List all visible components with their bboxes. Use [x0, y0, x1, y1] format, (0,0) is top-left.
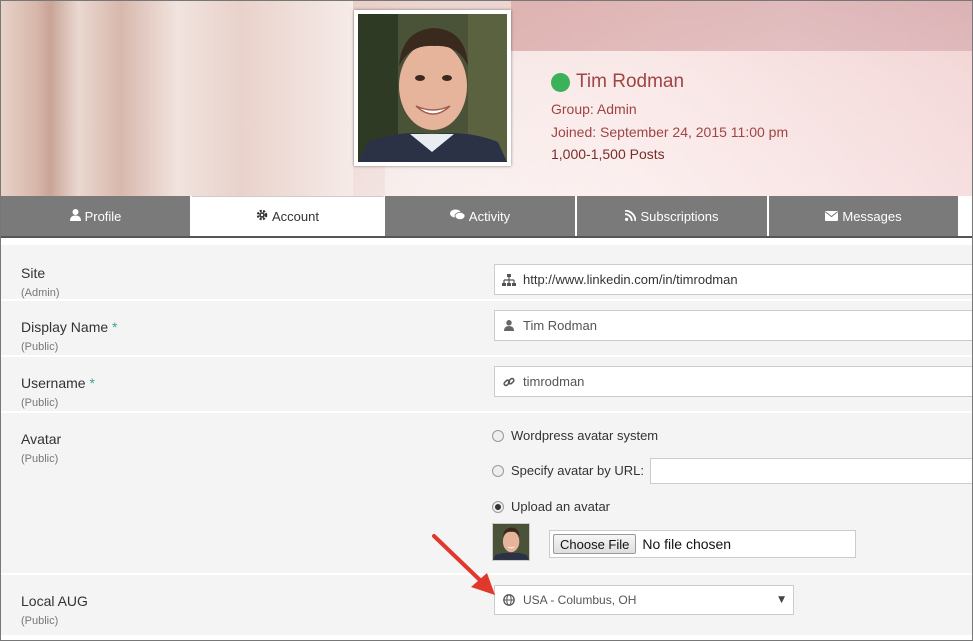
user-posts: 1,000-1,500 Posts — [551, 146, 665, 162]
file-status: No file chosen — [642, 536, 732, 552]
avatar-url-input[interactable] — [650, 458, 972, 484]
sitemap-icon — [495, 273, 523, 286]
chevron-down-icon: ▼ — [778, 595, 785, 605]
comments-icon — [449, 209, 466, 224]
globe-icon — [495, 594, 523, 606]
username-value: timrodman — [523, 374, 585, 389]
site-value: http://www.linkedin.com/in/timrodman — [523, 272, 738, 287]
tab-subscriptions[interactable]: Subscriptions — [577, 196, 769, 236]
link-icon — [495, 376, 523, 388]
username-label: Username * — [21, 375, 95, 391]
user-group: Group: Admin — [551, 101, 637, 117]
choose-file-button[interactable]: Choose File — [553, 534, 637, 554]
avatar-option-upload[interactable]: Upload an avatar — [492, 499, 610, 514]
profile-tabs: Profile Account Activity Subscriptions M… — [1, 196, 972, 237]
profile-page: Tim Rodman Group: Admin Joined: Septembe… — [0, 0, 973, 641]
display-name-input[interactable]: Tim Rodman — [494, 310, 972, 341]
site-input[interactable]: http://www.linkedin.com/in/timrodman — [494, 264, 972, 295]
avatar-label: Avatar — [21, 431, 62, 447]
profile-avatar — [354, 10, 511, 166]
avatar-row: Avatar (Public) Wordpress avatar system … — [1, 413, 972, 575]
rss-icon — [625, 209, 637, 224]
local-aug-value: USA - Columbus, OH — [523, 593, 637, 607]
avatar-visibility: (Public) — [21, 453, 59, 465]
display-name-row: Display Name * (Public) Tim Rodman — [1, 301, 972, 357]
site-row: Site (Admin) http://www.linkedin.com/in/… — [1, 245, 972, 301]
username-visibility: (Public) — [21, 397, 59, 409]
display-name-visibility: (Public) — [21, 341, 59, 353]
tab-account[interactable]: Account — [192, 196, 385, 236]
required-marker: * — [89, 375, 95, 391]
display-name-label: Display Name * — [21, 319, 118, 335]
avatar-option-wordpress[interactable]: Wordpress avatar system — [492, 428, 658, 443]
user-name: Tim Rodman — [576, 71, 685, 92]
tab-divider — [1, 236, 972, 238]
local-aug-visibility: (Public) — [21, 615, 59, 627]
user-icon — [69, 208, 81, 224]
avatar-option-url[interactable]: Specify avatar by URL: — [492, 463, 644, 478]
account-form: Site (Admin) http://www.linkedin.com/in/… — [1, 245, 972, 635]
gear-icon — [256, 209, 268, 224]
envelope-icon — [825, 209, 839, 224]
radio-url[interactable] — [492, 464, 504, 477]
user-icon — [495, 320, 523, 331]
display-name-value: Tim Rodman — [523, 318, 597, 333]
online-status-icon — [551, 72, 570, 92]
user-joined: Joined: September 24, 2015 11:00 pm — [551, 124, 789, 140]
username-input[interactable]: timrodman — [494, 366, 972, 397]
required-marker: * — [112, 319, 118, 335]
username-row: Username * (Public) timrodman — [1, 357, 972, 413]
tab-activity[interactable]: Activity — [385, 196, 577, 236]
user-info: Tim Rodman Group: Admin Joined: Septembe… — [551, 69, 788, 162]
local-aug-row: Local AUG (Public) USA - Columbus, OH ▼ — [1, 575, 972, 635]
site-visibility: (Admin) — [21, 287, 60, 299]
avatar-thumbnail — [492, 523, 530, 561]
local-aug-select[interactable]: USA - Columbus, OH ▼ — [494, 585, 794, 615]
avatar-file-input[interactable]: Choose File No file chosen — [549, 530, 856, 558]
tab-messages[interactable]: Messages — [769, 196, 960, 236]
site-label: Site — [21, 265, 46, 281]
local-aug-label: Local AUG — [21, 593, 88, 609]
tab-profile[interactable]: Profile — [1, 196, 192, 236]
radio-upload[interactable] — [492, 500, 504, 513]
radio-wordpress[interactable] — [492, 429, 504, 442]
